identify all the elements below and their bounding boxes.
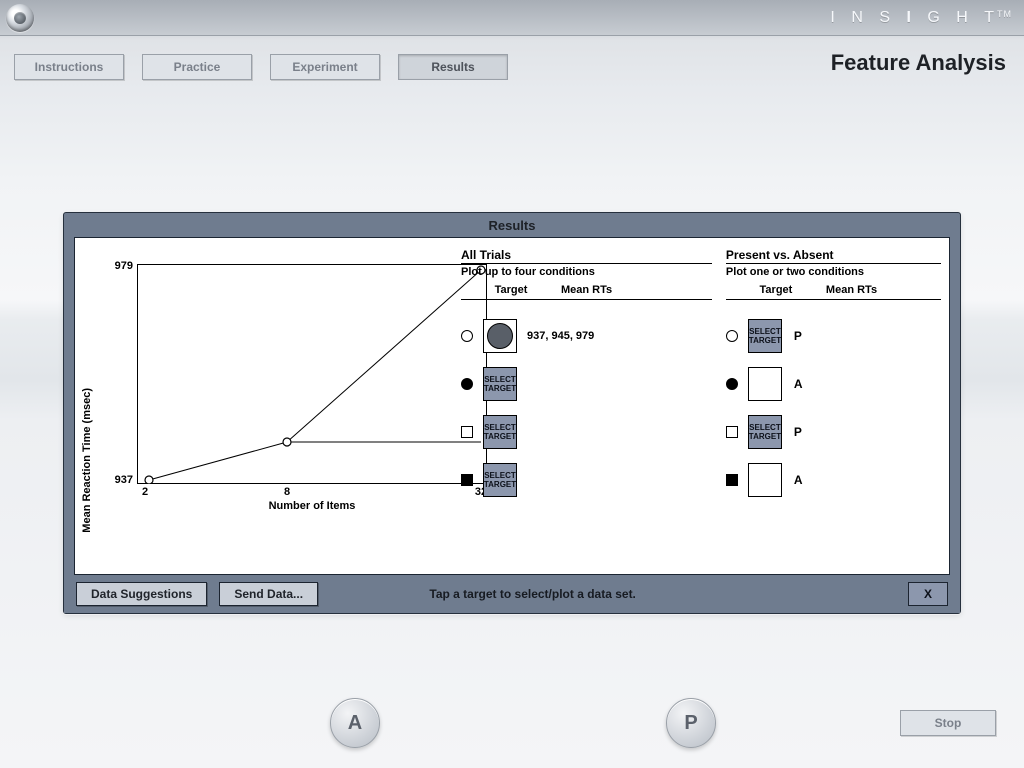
all-trials-row-4: SELECT TARGET xyxy=(461,456,712,504)
header-target-pa: Target xyxy=(726,284,826,296)
pvsa-row-4: A xyxy=(726,456,941,504)
pvsa-subtitle: Plot one or two conditions xyxy=(726,263,941,278)
results-panel: Results Mean Reaction Time (msec) 979 93… xyxy=(63,212,961,614)
pvsa-row-1: SELECT TARGET P xyxy=(726,312,941,360)
pvsa-headers: Target Mean RTs xyxy=(726,282,941,300)
all-trials-row-1: 937, 945, 979 xyxy=(461,312,712,360)
tabs-row: Instructions Practice Experiment Results… xyxy=(0,36,1024,90)
all-trials-row-2: SELECT TARGET xyxy=(461,360,712,408)
tab-experiment[interactable]: Experiment xyxy=(270,54,380,80)
data-suggestions-button[interactable]: Data Suggestions xyxy=(76,582,207,606)
select-target-button-4[interactable]: SELECT TARGET xyxy=(483,463,517,497)
panel-title: Results xyxy=(64,213,960,237)
marker-circle-open-icon xyxy=(461,330,473,342)
pa-label-a1: A xyxy=(794,377,803,391)
app-logo-icon xyxy=(6,4,34,32)
marker-square-open-icon xyxy=(461,426,473,438)
marker-square-filled-icon xyxy=(726,474,738,486)
pvsa-row-3: SELECT TARGET P xyxy=(726,408,941,456)
chart-area: Mean Reaction Time (msec) 979 937 2 8 32… xyxy=(75,238,455,574)
select-target-button-2[interactable]: SELECT TARGET xyxy=(483,367,517,401)
present-button[interactable]: P xyxy=(666,698,716,748)
marker-square-filled-icon xyxy=(461,474,473,486)
panel-hint: Tap a target to select/plot a data set. xyxy=(429,587,636,601)
pvsa-select-2[interactable]: SELECT TARGET xyxy=(748,415,782,449)
marker-circle-open-icon xyxy=(726,330,738,342)
pvsa-select-1[interactable]: SELECT TARGET xyxy=(748,319,782,353)
marker-circle-filled-icon xyxy=(726,378,738,390)
marker-circle-filled-icon xyxy=(461,378,473,390)
target-swatch-1[interactable] xyxy=(483,319,517,353)
app-header: i N S I G H TTM xyxy=(0,0,1024,36)
panel-footer: Data Suggestions Send Data... Tap a targ… xyxy=(64,575,960,613)
header-target: Target xyxy=(461,284,561,296)
pa-label-p2: P xyxy=(794,425,802,439)
chart-xlabel: Number of Items xyxy=(137,500,487,512)
close-panel-button[interactable]: X xyxy=(908,582,948,606)
mean-rts-1: 937, 945, 979 xyxy=(527,330,594,342)
chart-ylabel: Mean Reaction Time (msec) xyxy=(81,388,93,533)
tab-results[interactable]: Results xyxy=(398,54,508,80)
all-trials-column: All Trials Plot up to four conditions Ta… xyxy=(455,238,720,574)
absent-button[interactable]: A xyxy=(330,698,380,748)
panel-body: Mean Reaction Time (msec) 979 937 2 8 32… xyxy=(74,237,950,575)
stop-button[interactable]: Stop xyxy=(900,710,996,736)
pa-label-p1: P xyxy=(794,329,802,343)
all-trials-title: All Trials xyxy=(461,248,712,262)
pvsa-row-2: A xyxy=(726,360,941,408)
header-mean-rts-pa: Mean RTs xyxy=(826,284,941,296)
ytick-min: 937 xyxy=(97,474,133,486)
all-trials-headers: Target Mean RTs xyxy=(461,282,712,300)
present-absent-column: Present vs. Absent Plot one or two condi… xyxy=(720,238,949,574)
xtick-1: 8 xyxy=(275,486,299,498)
select-target-button-3[interactable]: SELECT TARGET xyxy=(483,415,517,449)
pvsa-empty-2[interactable] xyxy=(748,463,782,497)
all-trials-subtitle: Plot up to four conditions xyxy=(461,263,712,278)
send-data-button[interactable]: Send Data... xyxy=(219,582,318,606)
chart-plot xyxy=(137,264,487,484)
brand-name: i N S I G H TTM xyxy=(830,9,1012,27)
xtick-0: 2 xyxy=(133,486,157,498)
pvsa-empty-1[interactable] xyxy=(748,367,782,401)
header-mean-rts: Mean RTs xyxy=(561,284,712,296)
pvsa-title: Present vs. Absent xyxy=(726,248,941,262)
gray-dot-icon xyxy=(487,323,513,349)
pa-label-a2: A xyxy=(794,473,803,487)
tab-instructions[interactable]: Instructions xyxy=(14,54,124,80)
ytick-max: 979 xyxy=(97,260,133,272)
all-trials-row-3: SELECT TARGET xyxy=(461,408,712,456)
tab-practice[interactable]: Practice xyxy=(142,54,252,80)
marker-square-open-icon xyxy=(726,426,738,438)
page-title: Feature Analysis xyxy=(831,50,1006,76)
